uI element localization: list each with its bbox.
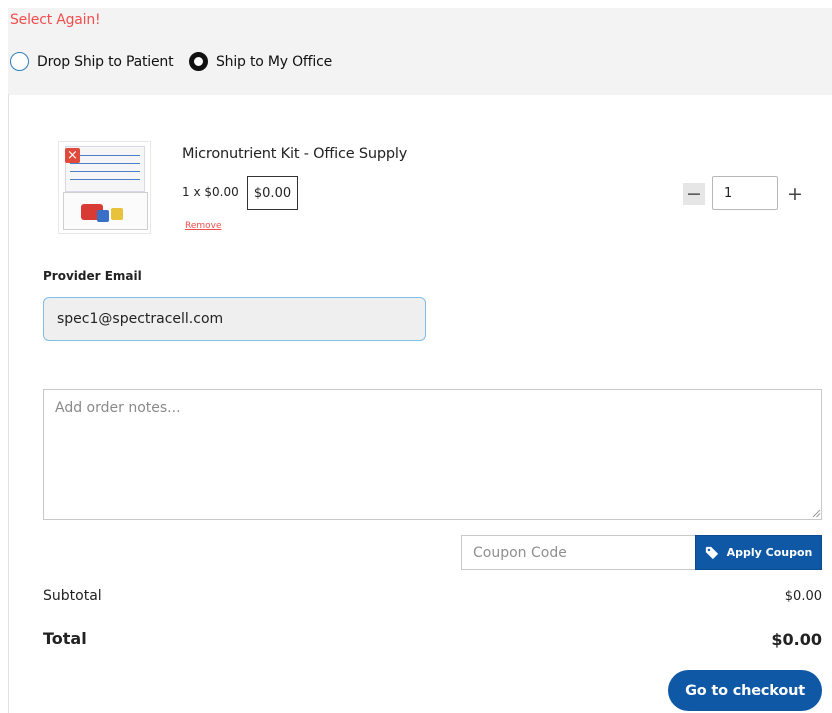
tag-icon: [705, 546, 718, 559]
coupon-code-input[interactable]: [461, 535, 697, 570]
product-unit-price: 1 x $0.00: [182, 185, 239, 199]
radio-circle-unselected[interactable]: [10, 52, 29, 71]
radio-ship-to-my-office[interactable]: Ship to My Office: [189, 52, 332, 71]
quantity-input[interactable]: [712, 176, 778, 210]
radio-drop-ship-to-patient[interactable]: Drop Ship to Patient: [10, 52, 174, 71]
close-icon[interactable]: ×: [65, 148, 80, 163]
go-to-checkout-button[interactable]: Go to checkout: [668, 670, 822, 711]
subtotal-label: Subtotal: [43, 588, 102, 604]
apply-coupon-label: Apply Coupon: [726, 546, 813, 559]
total-label: Total: [43, 629, 87, 648]
product-name: Micronutrient Kit - Office Supply: [182, 146, 408, 162]
quantity-increase-button[interactable]: +: [784, 183, 806, 205]
radio-circle-selected[interactable]: [189, 52, 208, 71]
select-again-alert: Select Again!: [10, 12, 101, 28]
quantity-decrease-button[interactable]: −: [683, 183, 705, 205]
total-value: $0.00: [771, 630, 822, 649]
provider-email-label: Provider Email: [43, 269, 142, 283]
order-notes-textarea[interactable]: [43, 389, 822, 520]
radio-label-drop-ship: Drop Ship to Patient: [37, 53, 174, 70]
radio-label-ship-office: Ship to My Office: [216, 53, 332, 70]
cart-page: Select Again! Drop Ship to Patient Ship …: [0, 0, 832, 713]
remove-item-link[interactable]: Remove: [185, 221, 222, 231]
resize-grip-icon[interactable]: [812, 509, 821, 518]
product-thumbnail: ×: [58, 141, 151, 234]
subtotal-value: $0.00: [784, 589, 822, 604]
left-border-line: [8, 94, 9, 713]
apply-coupon-button[interactable]: Apply Coupon: [695, 535, 822, 570]
product-line-total: $0.00: [247, 176, 298, 210]
provider-email-input[interactable]: [43, 297, 426, 341]
